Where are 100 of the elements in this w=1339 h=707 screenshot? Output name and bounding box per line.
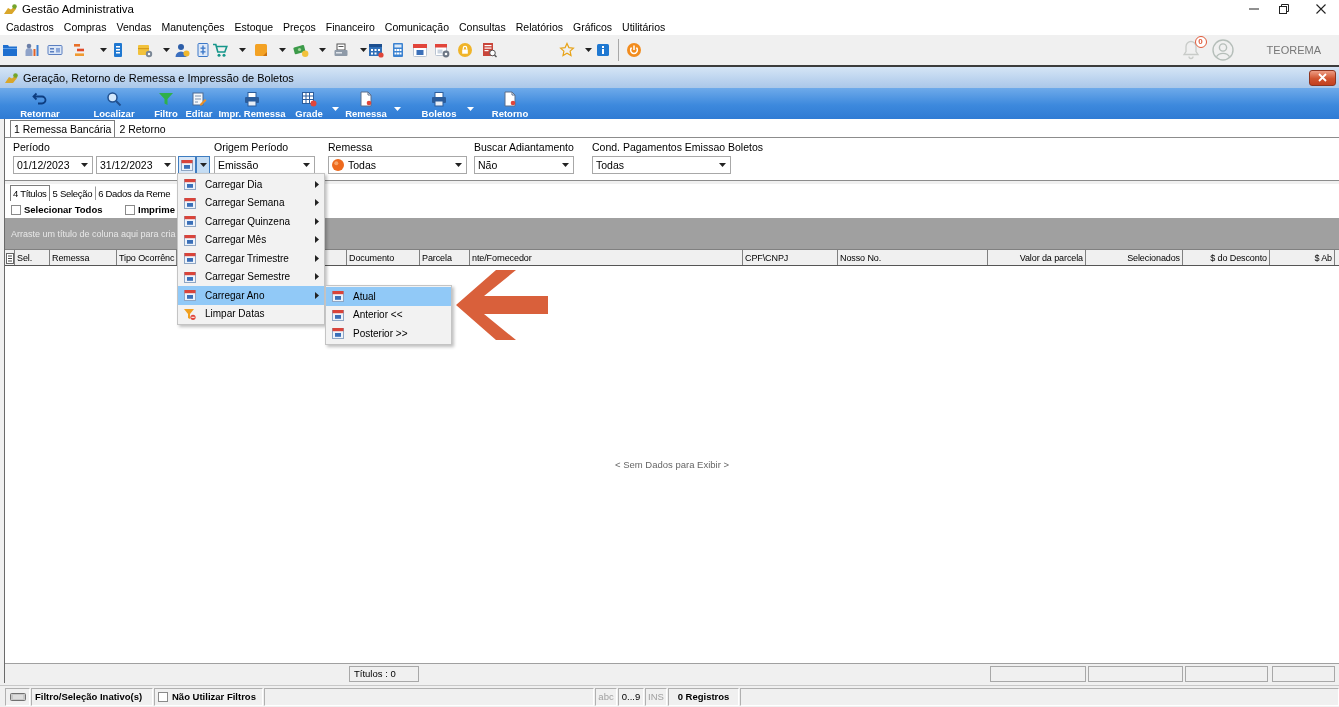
menu-item[interactable]: Carregar Quinzena xyxy=(178,212,324,231)
toolbar-button[interactable]: Impr. Remessa xyxy=(217,88,287,119)
calendar-icon[interactable] xyxy=(412,42,428,58)
column-header[interactable]: CPF\CNPJ xyxy=(743,250,838,265)
star-icon[interactable] xyxy=(559,42,575,58)
close-icon xyxy=(1318,73,1327,82)
menu-item[interactable]: Financeiro xyxy=(325,20,375,33)
toolbar-button[interactable]: Filtro xyxy=(150,88,182,119)
column-header[interactable]: Nosso No. xyxy=(838,250,988,265)
column-chooser-icon[interactable] xyxy=(5,251,14,264)
toolbar-button[interactable]: Editar xyxy=(183,88,215,119)
close-button[interactable] xyxy=(1309,69,1336,86)
card-icon[interactable] xyxy=(47,42,63,58)
toolbar-button[interactable]: Grade xyxy=(291,88,327,119)
column-header[interactable]: Documento xyxy=(347,250,420,265)
folder-icon[interactable] xyxy=(2,42,18,58)
dropdown-button[interactable] xyxy=(196,156,210,174)
power-icon[interactable] xyxy=(626,42,642,58)
menu-item[interactable]: Manutenções xyxy=(161,20,225,33)
window-title: Gestão Administrativa xyxy=(22,3,134,15)
document-icon xyxy=(502,91,518,107)
menu-item[interactable]: Carregar Dia xyxy=(178,175,324,194)
menu-item[interactable]: Vendas xyxy=(116,20,152,33)
money-icon[interactable] xyxy=(293,42,309,58)
menu-item[interactable]: Relatórios xyxy=(515,20,563,33)
status-indicator: 0...9 xyxy=(618,687,644,706)
toolbar-button[interactable]: Boletos xyxy=(416,88,462,119)
menu-item[interactable]: Carregar Semestre xyxy=(178,267,324,286)
dropdown-field[interactable]: Todas xyxy=(592,156,731,174)
calendar-icon xyxy=(332,308,344,321)
menu-item[interactable]: Carregar Ano xyxy=(178,286,324,305)
menu-item[interactable]: Carregar Semana xyxy=(178,193,324,212)
calendar-grid-icon[interactable] xyxy=(368,42,384,58)
info-icon[interactable] xyxy=(595,42,611,58)
calendar-icon xyxy=(184,252,196,265)
checkbox-label: Selecionar Todos xyxy=(24,204,103,215)
column-header[interactable]: Remessa xyxy=(50,250,117,265)
menu-item[interactable]: Gráficos xyxy=(573,20,613,33)
calendar-icon xyxy=(184,178,196,191)
date-field[interactable]: 31/12/2023 xyxy=(96,156,176,174)
column-header[interactable]: Sel. xyxy=(15,250,50,265)
submenu-item[interactable]: Atual xyxy=(326,287,451,306)
document-icon xyxy=(358,91,374,107)
menu-item[interactable]: Comunicação xyxy=(384,20,449,33)
dropdown-field[interactable]: Não xyxy=(474,156,574,174)
caret-icon[interactable] xyxy=(278,48,286,52)
menu-item[interactable]: Carregar Mês xyxy=(178,230,324,249)
checkbox-label: Não Utilizar Filtros xyxy=(172,691,256,702)
bell-icon[interactable] xyxy=(1180,39,1201,61)
caret-icon[interactable] xyxy=(359,48,367,52)
invoice-icon[interactable] xyxy=(195,42,211,58)
column-header[interactable]: Parcela xyxy=(420,250,470,265)
column-header[interactable]: Valor da parcela xyxy=(988,250,1086,265)
checkbox[interactable] xyxy=(11,204,21,215)
caret-icon[interactable] xyxy=(318,48,326,52)
cart-icon[interactable] xyxy=(212,42,228,58)
tab[interactable]: 4 Títulos xyxy=(10,185,50,201)
field-label: Cond. Pagamentos Emissao Boletos xyxy=(592,141,763,154)
menu-item[interactable]: Compras xyxy=(63,20,107,33)
toolbar-button[interactable]: Retornar xyxy=(14,88,66,119)
menu-item[interactable]: Preços xyxy=(283,20,316,33)
note-icon[interactable] xyxy=(253,42,269,58)
users-chart-icon[interactable] xyxy=(24,42,40,58)
field-label: Remessa xyxy=(328,141,374,154)
caret-icon[interactable] xyxy=(238,48,246,52)
toolbar-button[interactable]: Retorno xyxy=(485,88,535,119)
column-header[interactable]: Selecionados xyxy=(1086,250,1183,265)
user-icon[interactable] xyxy=(174,42,190,58)
menu-item[interactable]: Carregar Trimestre xyxy=(178,249,324,268)
toolbar-button[interactable]: Remessa xyxy=(343,88,389,119)
menu-item[interactable]: Limpar Datas xyxy=(178,304,324,323)
calendar-settings-icon[interactable] xyxy=(434,42,450,58)
menu-item[interactable]: Cadastros xyxy=(6,20,54,33)
cash-register-icon[interactable] xyxy=(333,42,349,58)
menu-item[interactable]: Consultas xyxy=(459,20,506,33)
tab[interactable]: 6 Dados da Reme xyxy=(95,186,174,200)
calendar-button[interactable] xyxy=(178,156,196,174)
dropdown-field[interactable]: Todas xyxy=(328,156,467,174)
app-icon xyxy=(3,3,17,15)
package-icon[interactable] xyxy=(137,42,153,58)
calculator-icon[interactable] xyxy=(390,42,406,58)
checkbox[interactable] xyxy=(125,204,135,215)
tab[interactable]: 1 Remessa Bancária xyxy=(10,120,116,137)
caret-icon[interactable] xyxy=(162,48,170,52)
field-label: Origem Período xyxy=(214,141,290,154)
column-header[interactable]: $ Ab xyxy=(1270,250,1335,265)
date-field[interactable]: 01/12/2023 xyxy=(13,156,93,174)
dropdown-field[interactable]: Emissão xyxy=(214,156,315,174)
menu-item[interactable]: Estoque xyxy=(234,20,274,33)
checkbox[interactable] xyxy=(158,691,168,702)
caret-icon[interactable] xyxy=(584,48,592,52)
report-search-icon[interactable] xyxy=(481,42,497,58)
submenu-item[interactable]: Anterior << xyxy=(326,305,451,324)
toolbar-button[interactable]: Localizar xyxy=(88,88,140,119)
menu-item[interactable]: Utilitários xyxy=(622,20,666,33)
column-header[interactable]: nte/Fornecedor xyxy=(470,250,743,265)
column-header[interactable]: $ do Desconto xyxy=(1183,250,1270,265)
status-indicator: INS xyxy=(645,687,667,706)
submenu-item[interactable]: Posterior >> xyxy=(326,324,451,343)
caret-icon[interactable] xyxy=(99,48,107,52)
